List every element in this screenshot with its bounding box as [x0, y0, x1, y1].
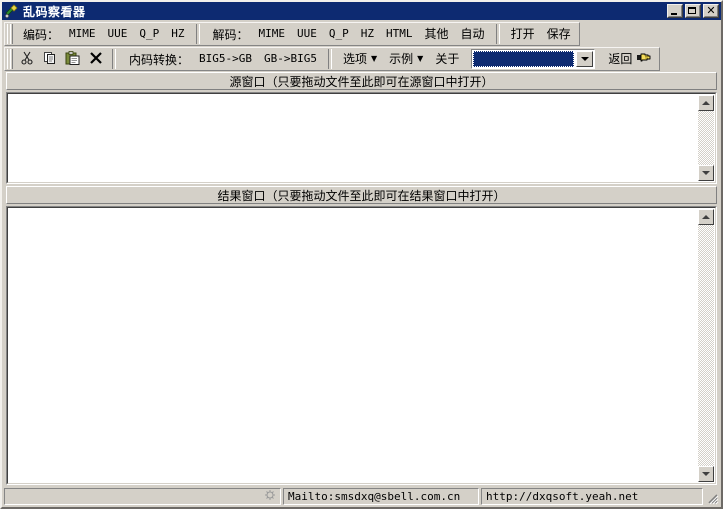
result-scroll-up-button[interactable] — [698, 209, 714, 225]
save-file-button[interactable]: 保存 — [541, 24, 577, 44]
about-button[interactable]: 关于 — [429, 49, 465, 69]
open-file-button[interactable]: 打开 — [505, 24, 541, 44]
status-mailto[interactable]: Mailto:smsdxq@sbell.com.cn — [283, 488, 479, 505]
convert-label: 内码转换： — [129, 52, 190, 67]
encode-mime-button[interactable]: MIME — [63, 24, 102, 44]
cut-icon — [20, 51, 34, 68]
toolbar-grip[interactable] — [7, 49, 13, 69]
result-vertical-scrollbar[interactable] — [698, 209, 714, 482]
encoding-combobox[interactable] — [471, 49, 596, 69]
encode-uue-button[interactable]: UUE — [102, 24, 134, 44]
status-message — [4, 488, 281, 505]
decode-mime-button[interactable]: MIME — [253, 24, 292, 44]
chevron-down-icon: ▼ — [417, 54, 424, 64]
source-window[interactable] — [6, 92, 717, 184]
options-menu-button[interactable]: 选项 ▼ — [337, 49, 383, 70]
cut-button[interactable] — [15, 49, 38, 70]
decode-other-button[interactable]: 其他 — [419, 24, 455, 44]
toolbar-separator — [195, 24, 200, 44]
pointing-hand-icon — [636, 51, 652, 67]
result-window[interactable] — [6, 206, 717, 485]
paste-icon — [65, 50, 80, 68]
back-button-label: 返回 — [608, 52, 633, 66]
decode-hz-button[interactable]: HZ — [355, 24, 380, 44]
copy-icon — [43, 51, 57, 68]
triangle-down-icon — [702, 171, 710, 175]
app-window: 乱码察看器 ✕ 编码： MIME UUE Q_P HZ 解码： MIME UUE… — [0, 0, 723, 509]
maximize-button[interactable] — [685, 4, 701, 18]
triangle-up-icon — [702, 101, 710, 105]
encode-hz-button[interactable]: HZ — [165, 24, 190, 44]
paste-button[interactable] — [61, 49, 84, 70]
result-window-header: 结果窗口（只要拖动文件至此即可在结果窗口中打开） — [6, 186, 717, 204]
encode-qp-button[interactable]: Q_P — [133, 24, 165, 44]
decode-auto-button[interactable]: 自动 — [455, 24, 491, 44]
triangle-down-icon — [702, 472, 710, 476]
encode-label: 编码： — [23, 27, 60, 42]
convert-gb-to-big5-button[interactable]: GB->BIG5 — [258, 49, 323, 69]
status-homepage[interactable]: http://dxqsoft.yeah.net — [481, 488, 703, 505]
toolbar-row-encode-decode: 编码： MIME UUE Q_P HZ 解码： MIME UUE Q_P HZ … — [4, 22, 719, 46]
combobox-value[interactable] — [473, 51, 575, 67]
toolbar-grip[interactable] — [7, 24, 13, 44]
source-scroll-down-button[interactable] — [698, 165, 714, 181]
toolbar-separator — [327, 49, 332, 69]
source-scroll-up-button[interactable] — [698, 95, 714, 111]
result-textarea[interactable] — [9, 209, 696, 482]
delete-icon — [89, 51, 103, 68]
samples-menu-label: 示例 — [389, 51, 414, 66]
mail-icon — [264, 489, 276, 504]
delete-button[interactable] — [84, 49, 107, 70]
chevron-down-icon: ▼ — [371, 54, 378, 64]
close-button[interactable]: ✕ — [703, 4, 719, 18]
toolbars: 编码： MIME UUE Q_P HZ 解码： MIME UUE Q_P HZ … — [2, 20, 721, 72]
title-bar[interactable]: 乱码察看器 ✕ — [2, 2, 721, 20]
toolbar-panel-1: 编码： MIME UUE Q_P HZ 解码： MIME UUE Q_P HZ … — [4, 22, 580, 46]
toolbar-separator — [112, 49, 116, 69]
convert-big5-to-gb-button[interactable]: BIG5->GB — [193, 49, 258, 69]
copy-button[interactable] — [38, 49, 61, 70]
resize-grip[interactable] — [705, 491, 719, 505]
decode-qp-button[interactable]: Q_P — [323, 24, 355, 44]
status-bar: Mailto:smsdxq@sbell.com.cn http://dxqsof… — [2, 487, 721, 507]
toolbar-separator — [495, 24, 500, 44]
options-menu-label: 选项 — [342, 51, 367, 66]
minimize-button[interactable] — [667, 4, 683, 18]
samples-menu-button[interactable]: 示例 ▼ — [383, 49, 429, 70]
source-vertical-scrollbar[interactable] — [698, 95, 714, 181]
source-textarea[interactable] — [9, 95, 696, 181]
toolbar-panel-2: 内码转换： BIG5->GB GB->BIG5 选项 ▼ 示例 ▼ 关于 返回 — [4, 47, 661, 71]
chevron-down-icon — [580, 57, 589, 61]
source-window-header: 源窗口（只要拖动文件至此即可在源窗口中打开） — [6, 72, 717, 90]
combobox-dropdown-button[interactable] — [576, 51, 594, 67]
window-title: 乱码察看器 — [23, 4, 86, 19]
result-scroll-down-button[interactable] — [698, 466, 714, 482]
decode-html-button[interactable]: HTML — [380, 24, 419, 44]
decode-label: 解码： — [212, 27, 249, 42]
decode-uue-button[interactable]: UUE — [291, 24, 323, 44]
app-icon — [4, 3, 20, 19]
toolbar-row-tools: 内码转换： BIG5->GB GB->BIG5 选项 ▼ 示例 ▼ 关于 返回 — [4, 47, 719, 71]
triangle-up-icon — [702, 215, 710, 219]
back-button[interactable]: 返回 — [603, 49, 657, 69]
window-controls: ✕ — [667, 4, 719, 18]
